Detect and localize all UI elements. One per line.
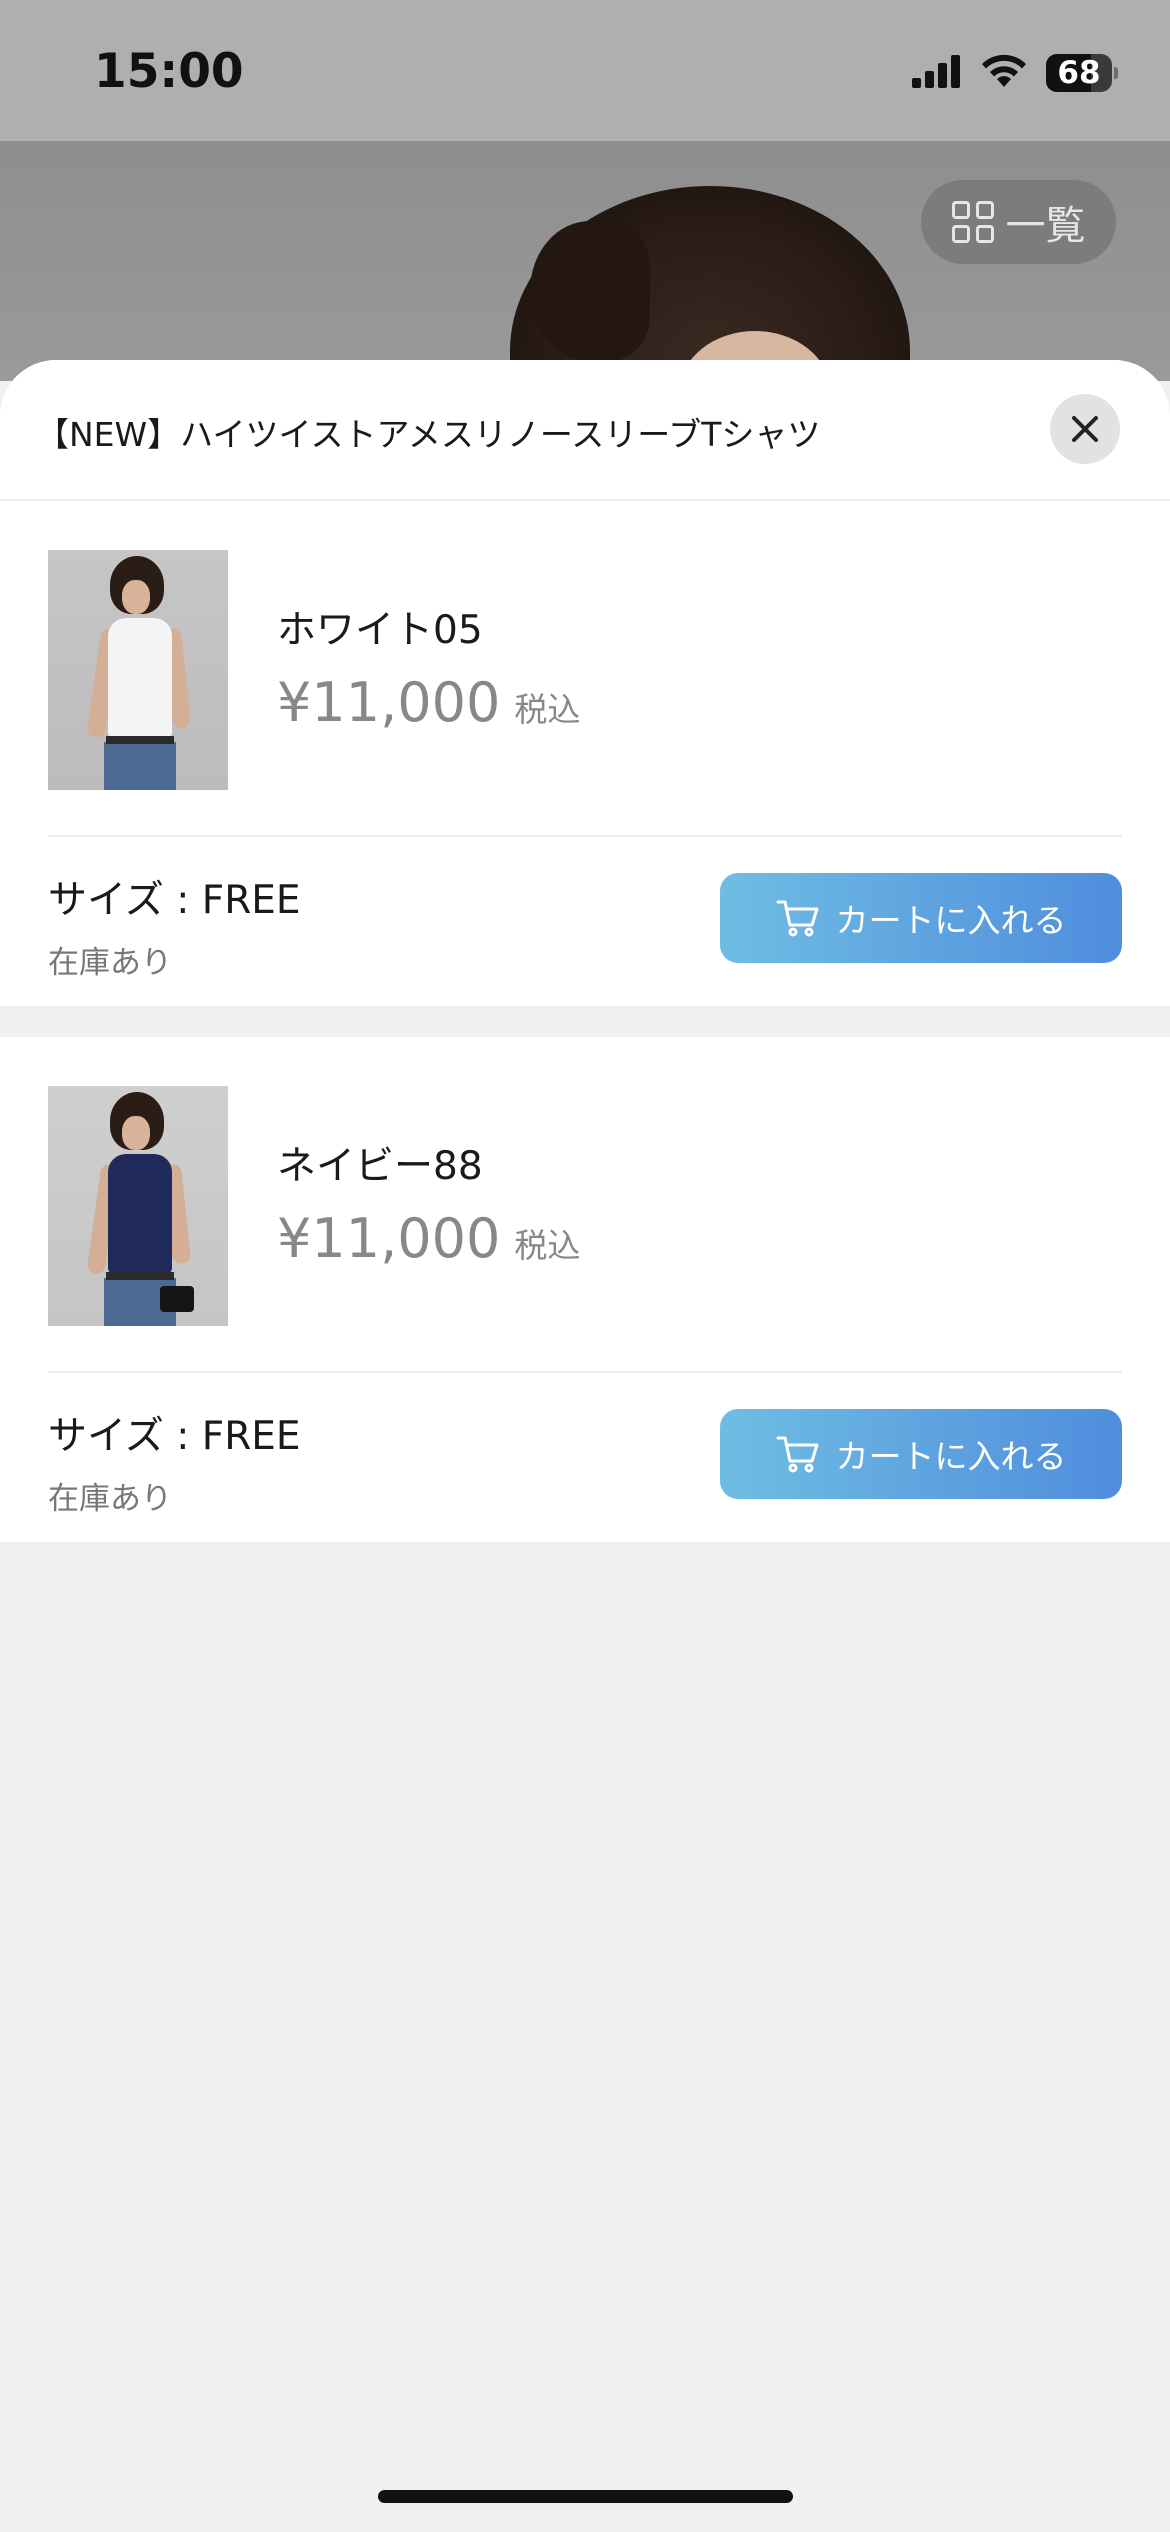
product-price: ¥11,000 — [277, 1207, 501, 1270]
hero-hair-detail — [530, 221, 650, 361]
status-icons: 68 — [912, 50, 1118, 96]
battery-icon: 68 — [1046, 54, 1118, 92]
list-view-label: 一覧 — [1005, 203, 1086, 249]
stock-status: 在庫あり — [48, 1481, 172, 1517]
wifi-icon — [980, 53, 1028, 93]
divider — [48, 835, 1122, 837]
stock-status: 在庫あり — [48, 945, 172, 981]
tax-label: 税込 — [514, 690, 581, 729]
status-bar: 15:00 68 — [0, 0, 1170, 141]
divider — [48, 1371, 1122, 1373]
product-thumbnail[interactable] — [48, 550, 228, 790]
sheet-title: 【NEW】ハイツイストアメスリノースリーブTシャツ — [36, 415, 821, 454]
battery-level: 68 — [1057, 54, 1101, 91]
add-to-cart-button[interactable]: カートに入れる — [720, 873, 1122, 963]
price-row: ¥11,000 税込 — [277, 1207, 580, 1270]
home-indicator[interactable] — [378, 2490, 793, 2503]
close-icon — [1072, 416, 1098, 442]
add-to-cart-button[interactable]: カートに入れる — [720, 1409, 1122, 1499]
size-label: サイズ : FREE — [48, 1414, 301, 1459]
size-label: サイズ : FREE — [48, 878, 301, 923]
product-variant-sheet: 【NEW】ハイツイストアメスリノースリーブTシャツ ホワイト05 ¥11,000… — [0, 360, 1170, 2532]
product-color-name: ホワイト05 — [277, 608, 483, 653]
sheet-header: 【NEW】ハイツイストアメスリノースリーブTシャツ — [0, 360, 1170, 501]
product-card: ホワイト05 ¥11,000 税込 サイズ : FREE 在庫あり カートに入れ… — [0, 501, 1170, 1006]
status-time: 15:00 — [94, 44, 244, 99]
close-button[interactable] — [1050, 394, 1120, 464]
product-color-name: ネイビー88 — [277, 1144, 483, 1189]
signal-bars-icon — [912, 54, 962, 92]
product-price: ¥11,000 — [277, 671, 501, 734]
cart-icon — [776, 900, 818, 937]
cart-icon — [776, 1436, 818, 1473]
list-view-button[interactable]: 一覧 — [921, 180, 1116, 264]
add-to-cart-label: カートに入れる — [835, 902, 1067, 939]
add-to-cart-label: カートに入れる — [835, 1438, 1067, 1475]
tax-label: 税込 — [514, 1226, 581, 1265]
grid-icon — [951, 201, 994, 243]
product-thumbnail[interactable] — [48, 1086, 228, 1326]
price-row: ¥11,000 税込 — [277, 671, 580, 734]
product-card: ネイビー88 ¥11,000 税込 サイズ : FREE 在庫あり カートに入れ… — [0, 1037, 1170, 1542]
